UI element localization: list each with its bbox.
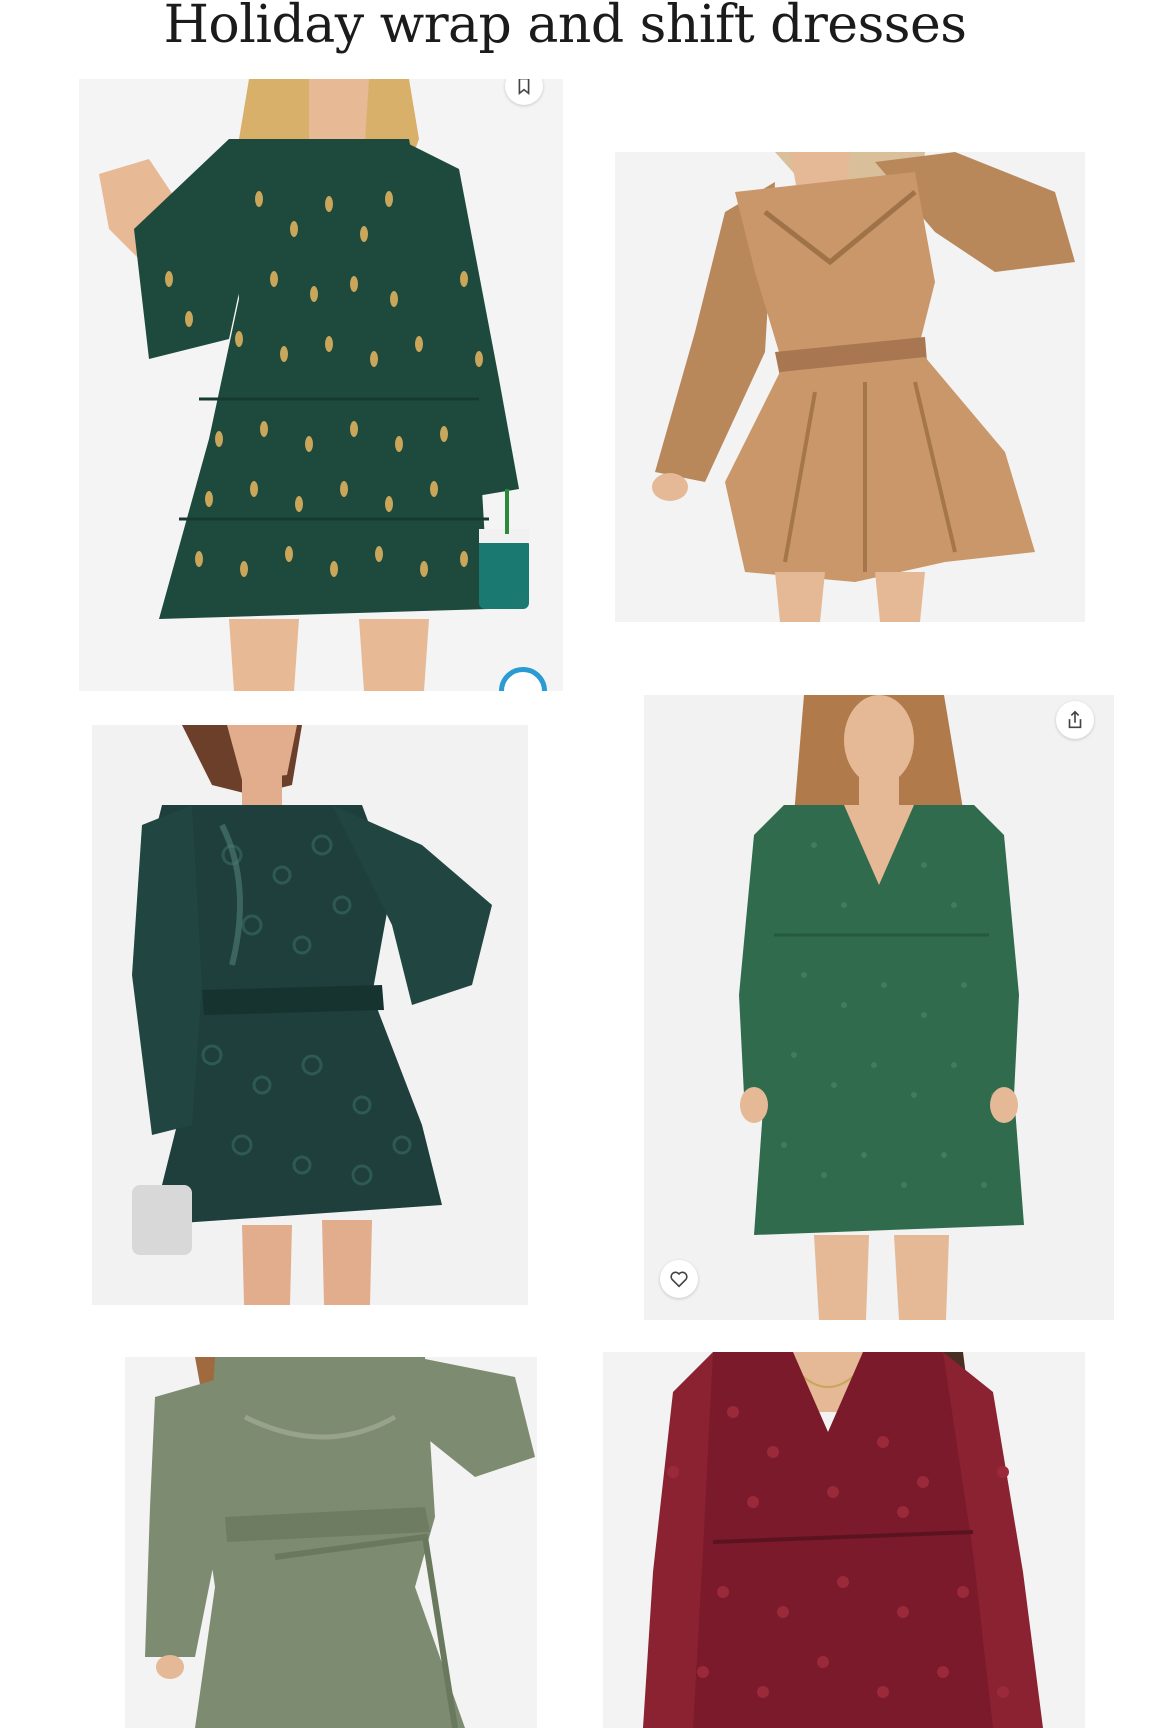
product-card-green-swiss-dot-dress[interactable] bbox=[644, 695, 1114, 1320]
product-card-green-gold-dot-dress[interactable] bbox=[79, 79, 563, 691]
product-image bbox=[125, 1357, 537, 1728]
share-icon bbox=[1068, 710, 1082, 729]
favorite-button[interactable] bbox=[660, 1260, 698, 1298]
product-image bbox=[615, 152, 1085, 622]
product-image bbox=[644, 695, 1114, 1320]
product-card-sage-satin-wrap-dress[interactable] bbox=[125, 1357, 537, 1728]
bookmark-icon bbox=[518, 79, 530, 96]
product-image bbox=[92, 725, 528, 1305]
heart-icon bbox=[670, 1271, 688, 1288]
product-card-dark-green-satin-dress[interactable] bbox=[92, 725, 528, 1305]
product-card-caramel-satin-wrap-dress[interactable] bbox=[615, 152, 1085, 622]
product-image bbox=[603, 1352, 1085, 1728]
page-title: Holiday wrap and shift dresses bbox=[163, 0, 967, 55]
product-image bbox=[79, 79, 563, 691]
share-button[interactable] bbox=[1056, 701, 1094, 739]
product-card-burgundy-swiss-dot-dress[interactable] bbox=[603, 1352, 1085, 1728]
